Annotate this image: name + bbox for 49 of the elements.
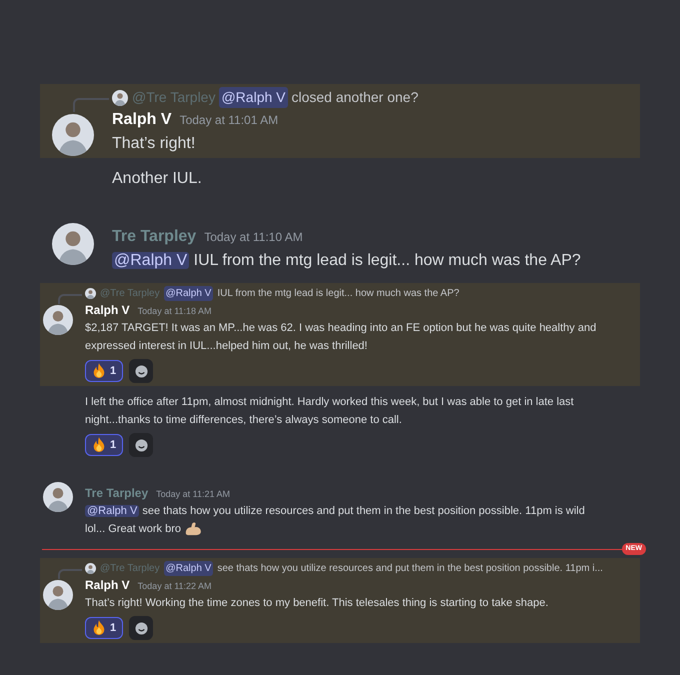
username[interactable]: Tre Tarpley: [85, 484, 148, 502]
mention[interactable]: @Ralph V: [112, 252, 190, 269]
message-text: Another IUL.: [112, 169, 203, 189]
username[interactable]: Tre Tarpley: [112, 225, 196, 249]
reaction-button[interactable]: 1: [85, 360, 124, 382]
reply-text[interactable]: IUL from the mtg lead is legit... how much was the AP?: [217, 286, 460, 301]
fire-icon: [92, 363, 106, 379]
message-text: @Ralph V IUL from the mtg lead is legit... how much was the AP?: [112, 251, 582, 271]
reply-avatar[interactable]: [112, 90, 128, 106]
timestamp: Today at 11:10 AM: [204, 229, 303, 246]
reply-avatar[interactable]: [85, 288, 96, 299]
mention[interactable]: @Ralph V: [85, 505, 140, 517]
reaction-button[interactable]: 1: [85, 617, 124, 639]
timestamp: Today at 11:22 AM: [138, 580, 212, 593]
fire-icon: [92, 437, 106, 453]
user-avatar[interactable]: [43, 305, 73, 335]
username[interactable]: Ralph V: [85, 301, 130, 319]
message-text: I left the office after 11pm, almost midnight. Hardly worked this week, but I was able to get in late last night...thanks to time differences, there’s always someone to call.: [85, 395, 575, 428]
mention[interactable]: @Ralph V: [164, 286, 214, 301]
user-avatar[interactable]: [52, 114, 94, 156]
add-reaction-button[interactable]: [129, 433, 154, 457]
smiley-icon: [134, 364, 148, 378]
smiley-icon: [134, 438, 148, 452]
message-text: That’s right!: [112, 134, 196, 154]
reply-avatar[interactable]: [85, 563, 96, 574]
reply-connector: [58, 294, 82, 304]
mention[interactable]: @Ralph V: [164, 561, 214, 576]
timestamp: Today at 11:18 AM: [138, 305, 212, 318]
smiley-icon: [134, 622, 148, 634]
reply-text[interactable]: closed another one?: [292, 87, 418, 108]
user-avatar[interactable]: [52, 223, 94, 265]
add-reaction-button[interactable]: [129, 359, 154, 383]
flexed-arm-icon: [184, 522, 202, 536]
mention[interactable]: @Ralph V: [219, 87, 288, 108]
timestamp: Today at 11:21 AM: [156, 488, 230, 501]
user-avatar[interactable]: [43, 580, 73, 610]
message-text: That’s right! Working the time zones to my benefit. This telesales thing is starting to take shape.: [85, 596, 550, 611]
username[interactable]: Ralph V: [112, 108, 172, 132]
user-avatar[interactable]: [43, 482, 73, 512]
timestamp: Today at 11:01 AM: [180, 112, 278, 129]
message-text: @Ralph V see thats how you utilize resources and put them in the best position possible. 11pm is wild lol... Great work bro: [85, 504, 586, 538]
fire-icon: [92, 620, 106, 636]
reply-text[interactable]: see thats how you utilize resources and put them in the best position possible. 11pm i...: [217, 561, 603, 576]
username[interactable]: Ralph V: [85, 576, 130, 594]
add-reaction-button[interactable]: [129, 616, 154, 640]
reply-connector: [58, 568, 82, 578]
message-text: $2,187 TARGET! It was an MP...he was 62. I was heading into an FE option but he was quite healthy and expressed interest in IUL...helped him out, he was thrilled!: [85, 321, 598, 354]
reaction-button[interactable]: 1: [85, 434, 124, 456]
reply-connector: [73, 98, 109, 112]
